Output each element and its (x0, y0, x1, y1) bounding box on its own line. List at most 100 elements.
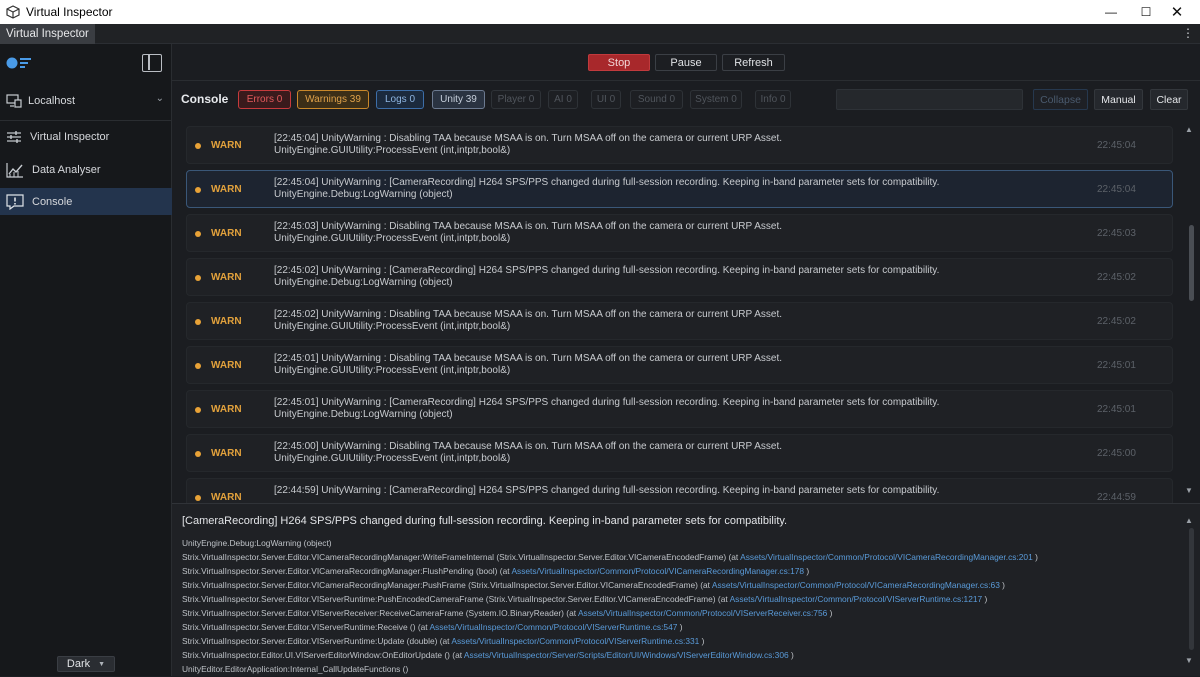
source-link[interactable]: Assets/VirtualInspector/Common/Protocol/… (730, 594, 983, 604)
log-level: WARN (211, 272, 242, 283)
filter-sound[interactable]: Sound 0 (630, 90, 683, 109)
stack-text: UnityEngine.Debug:LogWarning (object) (182, 538, 332, 548)
filter-ai[interactable]: AI 0 (548, 90, 578, 109)
log-row[interactable]: WARN [22:45:00] UnityWarning : Disabling… (186, 434, 1173, 472)
log-row[interactable]: WARN [22:45:01] UnityWarning : Disabling… (186, 346, 1173, 384)
stack-text: Strix.VirtualInspector.Server.Editor.VIC… (182, 552, 741, 562)
theme-dropdown[interactable]: Dark ▼ (57, 656, 115, 672)
source-link[interactable]: Assets/VirtualInspector/Common/Protocol/… (712, 580, 1000, 590)
detail-scrollbar[interactable]: ▲ ▼ (1181, 504, 1200, 677)
sidebar-item-console[interactable]: Console (0, 188, 172, 215)
stack-text: Strix.VirtualInspector.Server.Editor.VIS… (182, 594, 730, 604)
scroll-down-icon[interactable]: ▼ (1185, 656, 1193, 665)
log-list-scrollbar[interactable]: ▲ ▼ (1181, 121, 1200, 503)
filter-player[interactable]: Player 0 (491, 90, 541, 109)
stop-button[interactable]: Stop (588, 54, 650, 71)
refresh-button[interactable]: Refresh (722, 54, 785, 71)
stack-trace: UnityEngine.Debug:LogWarning (object) St… (182, 536, 1172, 676)
stack-line: Strix.VirtualInspector.Server.Editor.VIC… (182, 578, 1172, 592)
host-label: Localhost (28, 95, 76, 107)
source-link[interactable]: Assets/VirtualInspector/Common/Protocol/… (511, 566, 804, 576)
filter-info[interactable]: Info 0 (755, 90, 791, 109)
log-message: [22:45:02] UnityWarning : Disabling TAA … (274, 309, 782, 333)
sidebar-item-label: Console (32, 195, 73, 208)
clear-button[interactable]: Clear (1150, 89, 1188, 110)
log-message-line: [22:44:59] UnityWarning : [CameraRecordi… (274, 485, 940, 496)
log-message: [22:45:04] UnityWarning : [CameraRecordi… (274, 177, 939, 201)
log-message-line: [22:45:04] UnityWarning : [CameraRecordi… (274, 177, 940, 188)
log-row[interactable]: WARN [22:45:02] UnityWarning : [CameraRe… (186, 258, 1173, 296)
tab-virtual-inspector[interactable]: Virtual Inspector (0, 24, 95, 44)
source-link[interactable]: Assets/VirtualInspector/Common/Protocol/… (740, 552, 1033, 562)
stack-tail: ) (699, 636, 705, 646)
scroll-down-icon[interactable]: ▼ (1185, 486, 1193, 495)
filter-unity[interactable]: Unity 39 (432, 90, 485, 109)
pause-button[interactable]: Pause (655, 54, 717, 71)
log-row[interactable]: WARN [22:45:04] UnityWarning : Disabling… (186, 126, 1173, 164)
close-icon[interactable]: ✕ (1154, 0, 1200, 24)
stack-tail: ) (982, 594, 988, 604)
filter-errors[interactable]: Errors 0 (238, 90, 291, 109)
source-link[interactable]: Assets/VirtualInspector/Common/Protocol/… (578, 608, 827, 618)
scroll-up-icon[interactable]: ▲ (1185, 516, 1193, 525)
log-row[interactable]: WARN [22:44:59] UnityWarning : [CameraRe… (186, 478, 1173, 503)
sidebar: Localhost ⌄ Virtual Inspector Data Analy… (0, 44, 172, 676)
tab-more-menu-icon[interactable]: ⋮ (1182, 26, 1194, 40)
toggle-sidebar-icon[interactable] (142, 54, 162, 72)
warning-dot-icon (195, 231, 201, 237)
log-message: [22:45:01] UnityWarning : Disabling TAA … (274, 353, 782, 377)
log-level: WARN (211, 404, 242, 415)
log-message: [22:45:01] UnityWarning : [CameraRecordi… (274, 397, 939, 421)
source-link[interactable]: Assets/VirtualInspector/Common/Protocol/… (451, 636, 699, 646)
host-selector[interactable]: Localhost ⌄ (0, 90, 172, 112)
filter-ui[interactable]: UI 0 (591, 90, 621, 109)
warning-dot-icon (195, 319, 201, 325)
log-message: [22:45:03] UnityWarning : Disabling TAA … (274, 221, 782, 245)
search-input[interactable] (836, 89, 1023, 110)
stack-line: Strix.VirtualInspector.Server.Editor.VIS… (182, 592, 1172, 606)
sidebar-item-label: Virtual Inspector (30, 130, 110, 143)
editor-tabstrip: Virtual Inspector ⋮ (0, 24, 1200, 44)
main-panel: Stop Pause Refresh Console Errors 0 Warn… (172, 44, 1200, 676)
caret-down-icon: ▼ (98, 660, 106, 668)
scroll-up-icon[interactable]: ▲ (1185, 125, 1193, 134)
chevron-down-icon: ⌄ (155, 93, 164, 104)
filter-logs[interactable]: Logs 0 (376, 90, 424, 109)
scrollbar-track[interactable] (1189, 528, 1194, 650)
manual-button[interactable]: Manual (1094, 89, 1143, 110)
console-alert-icon (6, 193, 24, 210)
log-time: 22:45:02 (1097, 272, 1136, 283)
log-message-line: [22:45:00] UnityWarning : Disabling TAA … (274, 441, 783, 452)
warning-dot-icon (195, 495, 201, 501)
log-level: WARN (211, 360, 242, 371)
scrollbar-thumb[interactable] (1189, 225, 1194, 301)
log-detail-panel: [CameraRecording] H264 SPS/PPS changed d… (172, 503, 1200, 676)
stack-line: Strix.VirtualInspector.Server.Editor.VIC… (182, 564, 1172, 578)
stack-line: Strix.VirtualInspector.Editor.UI.VIServe… (182, 648, 1172, 662)
log-message-line: [22:45:03] UnityWarning : Disabling TAA … (274, 221, 783, 232)
stack-line: UnityEditor.EditorApplication:Internal_C… (182, 662, 1172, 676)
warning-dot-icon (195, 275, 201, 281)
stack-tail: ) (1032, 552, 1038, 562)
log-message-line: [22:45:04] UnityWarning : Disabling TAA … (274, 133, 783, 144)
source-link[interactable]: Assets/VirtualInspector/Server/Scripts/E… (464, 650, 789, 660)
filter-warnings[interactable]: Warnings 39 (297, 90, 369, 109)
theme-value: Dark (66, 658, 91, 670)
collapse-button[interactable]: Collapse (1033, 89, 1088, 110)
stack-text: Strix.VirtualInspector.Server.Editor.VIC… (182, 580, 712, 590)
log-row-selected[interactable]: WARN [22:45:04] UnityWarning : [CameraRe… (186, 170, 1173, 208)
log-source-line: UnityEngine.Debug:LogWarning (object) (274, 189, 453, 200)
log-row[interactable]: WARN [22:45:03] UnityWarning : Disabling… (186, 214, 1173, 252)
sidebar-item-virtual-inspector[interactable]: Virtual Inspector (0, 123, 172, 150)
stack-tail: ) (677, 622, 683, 632)
log-row[interactable]: WARN [22:45:02] UnityWarning : Disabling… (186, 302, 1173, 340)
filter-system[interactable]: System 0 (690, 90, 742, 109)
sidebar-item-data-analyser[interactable]: Data Analyser (0, 156, 172, 183)
stack-line: Strix.VirtualInspector.Server.Editor.VIS… (182, 606, 1172, 620)
source-link[interactable]: Assets/VirtualInspector/Common/Protocol/… (429, 622, 677, 632)
stack-text: Strix.VirtualInspector.Server.Editor.VIC… (182, 566, 512, 576)
log-message-line: [22:45:02] UnityWarning : Disabling TAA … (274, 309, 783, 320)
log-row[interactable]: WARN [22:45:01] UnityWarning : [CameraRe… (186, 390, 1173, 428)
app-logo (6, 57, 31, 69)
log-source-line: UnityEngine.GUIUtility:ProcessEvent (int… (274, 453, 511, 464)
